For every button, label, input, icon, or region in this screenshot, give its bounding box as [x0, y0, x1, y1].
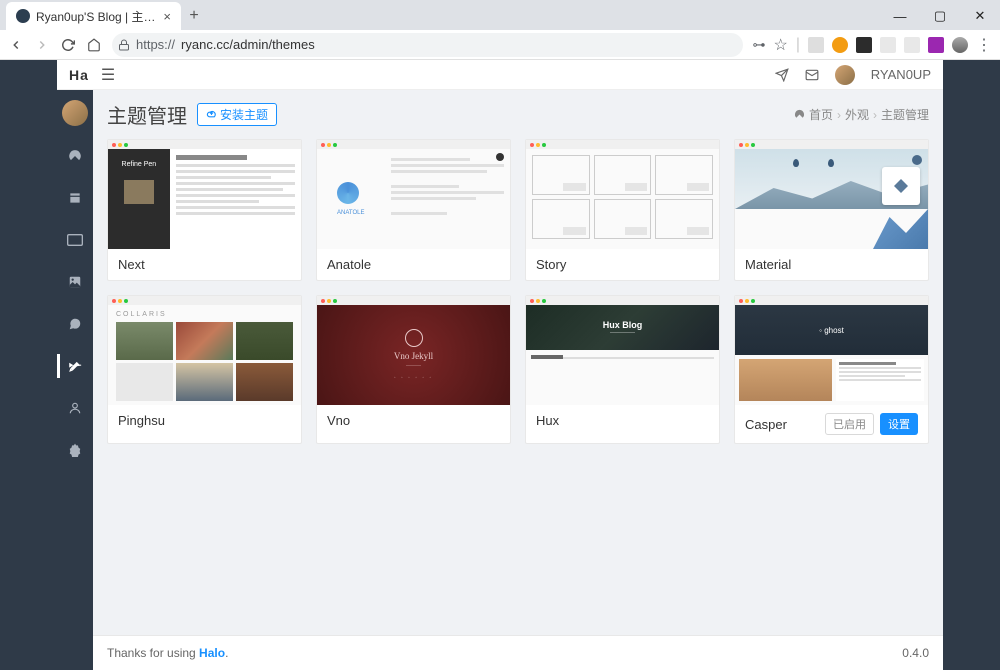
sidebar [57, 90, 93, 670]
breadcrumb-current: 主题管理 [881, 106, 929, 123]
body: 主题管理 安装主题 首页 › 外观 › 主题管理 [57, 90, 943, 670]
theme-name: Pinghsu [118, 413, 165, 428]
sidebar-item-pages[interactable] [57, 228, 93, 252]
theme-name: Vno [327, 413, 350, 428]
theme-preview: ◦ ghost [735, 296, 928, 405]
theme-name: Material [745, 257, 791, 272]
url-protocol: https:// [136, 37, 175, 52]
home-button[interactable] [86, 37, 102, 53]
theme-card[interactable]: Material [734, 139, 929, 281]
sidebar-avatar[interactable] [62, 100, 88, 126]
install-theme-label: 安装主题 [220, 106, 268, 123]
page-header: 主题管理 安装主题 首页 › 外观 › 主题管理 [93, 90, 943, 139]
username-label[interactable]: RYAN0UP [871, 67, 931, 82]
extension-icon[interactable] [880, 37, 896, 53]
sidebar-item-appearance[interactable] [57, 354, 93, 378]
extensions-row: ⊶ ☆ | ⋮ [753, 35, 993, 55]
address-bar[interactable]: https:// ryanc.cc/admin/themes [112, 33, 743, 57]
new-tab-button[interactable]: + [181, 2, 207, 30]
favicon-icon [16, 9, 30, 23]
theme-preview [735, 140, 928, 249]
brand-logo[interactable]: Ha [69, 67, 89, 83]
sidebar-item-media[interactable] [57, 270, 93, 294]
back-button[interactable] [8, 37, 24, 53]
theme-preview: Hux Blog————— [526, 296, 719, 405]
theme-preview: Vno Jekyll———◦ ◦ ◦ ◦ ◦ ◦ [317, 296, 510, 405]
install-theme-button[interactable]: 安装主题 [197, 103, 277, 126]
outer-gutter [0, 60, 57, 670]
browser-tab[interactable]: Ryan0up'S Blog | 主题管理 × [6, 2, 181, 30]
extension-icon[interactable] [904, 37, 920, 53]
extension-icon[interactable] [856, 37, 872, 53]
lock-icon [118, 39, 130, 51]
dashboard-icon [794, 109, 805, 120]
page-title: 主题管理 [107, 100, 187, 129]
theme-card[interactable]: Story [525, 139, 720, 281]
maximize-button[interactable]: ▢ [920, 2, 960, 30]
theme-name: Hux [536, 413, 559, 428]
close-icon[interactable]: × [163, 9, 171, 24]
activated-badge: 已启用 [825, 413, 874, 435]
breadcrumb-appearance[interactable]: 外观 [845, 106, 869, 123]
outer-gutter [943, 60, 1000, 670]
theme-preview [526, 140, 719, 249]
profile-avatar-icon[interactable] [952, 37, 968, 53]
window-controls: — ▢ ✕ [880, 2, 1000, 30]
theme-settings-button[interactable]: 设置 [880, 413, 918, 435]
minimize-button[interactable]: — [880, 2, 920, 30]
footer: Thanks for using Halo. 0.4.0 [93, 635, 943, 670]
sidebar-item-posts[interactable] [57, 186, 93, 210]
footer-thanks: Thanks for using Halo. [107, 646, 228, 660]
theme-card-active[interactable]: ◦ ghost Casper 已启用 设置 [734, 295, 929, 444]
theme-preview: Refine Pen [108, 140, 301, 249]
theme-grid: Refine Pen Next ANATOLE Anatole [93, 139, 943, 444]
theme-preview: COLLARIS [108, 296, 301, 405]
forward-button[interactable] [34, 37, 50, 53]
url-text: ryanc.cc/admin/themes [181, 37, 315, 52]
app-root: Ha ☰ RYAN0UP [0, 60, 1000, 670]
app-inner: Ha ☰ RYAN0UP [57, 60, 943, 670]
theme-name: Casper [745, 417, 787, 432]
halo-link[interactable]: Halo [199, 646, 225, 660]
breadcrumb-home[interactable]: 首页 [809, 106, 833, 123]
mail-icon[interactable] [805, 68, 819, 82]
theme-card[interactable]: COLLARIS Pinghsu [107, 295, 302, 444]
extension-icon[interactable] [928, 37, 944, 53]
main-content: 主题管理 安装主题 首页 › 外观 › 主题管理 [93, 90, 943, 670]
hamburger-icon[interactable]: ☰ [101, 65, 115, 85]
extension-icon[interactable] [808, 37, 824, 53]
browser-tab-strip: Ryan0up'S Blog | 主题管理 × + — ▢ ✕ [0, 0, 1000, 30]
cloud-upload-icon [206, 109, 217, 120]
sidebar-item-settings[interactable] [57, 438, 93, 462]
sidebar-item-dashboard[interactable] [57, 144, 93, 168]
sidebar-item-comments[interactable] [57, 312, 93, 336]
theme-card[interactable]: ANATOLE Anatole [316, 139, 511, 281]
theme-card[interactable]: Refine Pen Next [107, 139, 302, 281]
breadcrumb: 首页 › 外观 › 主题管理 [794, 106, 929, 123]
star-icon[interactable]: ☆ [774, 35, 788, 55]
key-icon[interactable]: ⊶ [753, 37, 766, 53]
sidebar-item-users[interactable] [57, 396, 93, 420]
send-icon[interactable] [775, 68, 789, 82]
version-label: 0.4.0 [902, 646, 929, 660]
theme-card[interactable]: Vno Jekyll———◦ ◦ ◦ ◦ ◦ ◦ Vno [316, 295, 511, 444]
theme-name: Anatole [327, 257, 371, 272]
theme-preview: ANATOLE [317, 140, 510, 249]
tab-title: Ryan0up'S Blog | 主题管理 [36, 8, 157, 25]
theme-name: Story [536, 257, 566, 272]
avatar[interactable] [835, 65, 855, 85]
theme-name: Next [118, 257, 145, 272]
menu-icon[interactable]: ⋮ [976, 35, 992, 55]
extension-icon[interactable] [832, 37, 848, 53]
close-window-button[interactable]: ✕ [960, 2, 1000, 30]
browser-toolbar: https:// ryanc.cc/admin/themes ⊶ ☆ | ⋮ [0, 30, 1000, 60]
theme-card[interactable]: Hux Blog————— Hux [525, 295, 720, 444]
topbar: Ha ☰ RYAN0UP [57, 60, 943, 90]
reload-button[interactable] [60, 37, 76, 53]
